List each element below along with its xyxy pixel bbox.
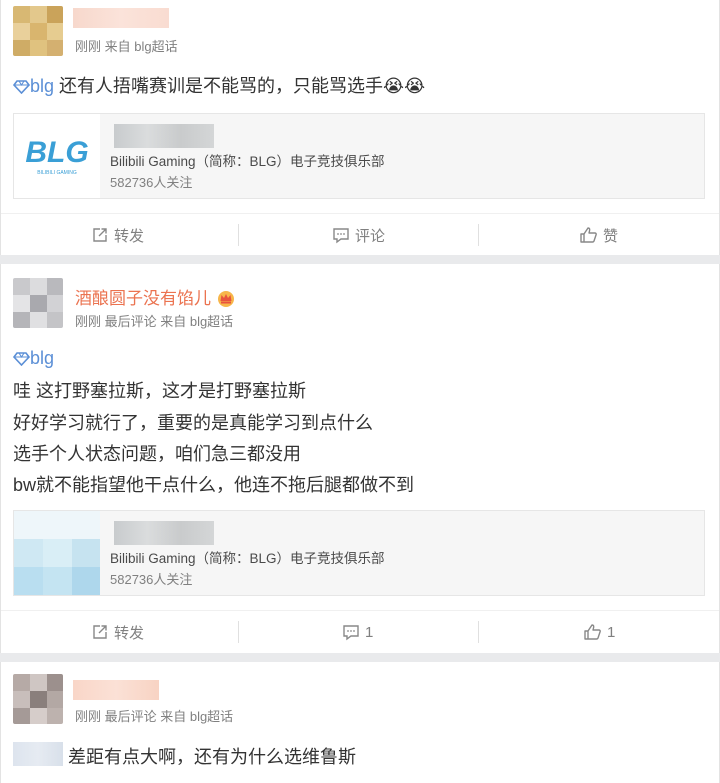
post-text-line: blg 还有人捂嘴赛训是不能骂的，只能骂选手😭😭: [13, 72, 425, 98]
supertopic-desc: Bilibili Gaming（简称：BLG）电子竞技俱乐部: [110, 551, 385, 566]
like-label: 赞: [603, 227, 619, 245]
thumbs-up-icon: [580, 227, 597, 243]
share-icon: [93, 625, 107, 639]
logo-subtext: BILIBILI GAMING: [37, 170, 77, 176]
supertopic-card[interactable]: Bilibili Gaming（简称：BLG）电子竞技俱乐部 582736人关注: [13, 510, 705, 596]
supertopic-card[interactable]: BLG BILIBILI GAMING Bilibili Gaming（简称：B…: [13, 113, 705, 199]
topic-link[interactable]: blg: [13, 76, 59, 96]
username-text: 酒酿圆子没有馅儿: [75, 289, 211, 308]
post-card: 刚刚 来自 blg超话 blg 还有人捂嘴赛训是不能骂的，只能骂选手😭😭 BLG…: [0, 0, 720, 255]
blg-logo: BLG BILIBILI GAMING: [14, 114, 100, 198]
divider: [478, 224, 479, 246]
post-meta: 刚刚 来自 blg超话: [75, 39, 178, 54]
action-bar: 转发 评论 赞: [1, 213, 719, 255]
comment-label: 评论: [355, 227, 386, 245]
supertopic-title-blurred[interactable]: [114, 521, 214, 545]
post-text-line: 差距有点大啊，还有为什么选维鲁斯: [68, 747, 356, 767]
username-blurred[interactable]: [73, 680, 159, 700]
supertopic-image-blurred: [14, 511, 100, 595]
post-meta: 刚刚 最后评论 来自 blg超话: [75, 709, 234, 724]
username[interactable]: 酒酿圆子没有馅儿: [75, 284, 236, 309]
post-text-line: 选手个人状态问题，咱们急三都没用: [13, 444, 301, 464]
post-card: 刚刚 最后评论 来自 blg超话 差距有点大啊，还有为什么选维鲁斯: [0, 662, 720, 783]
divider: [238, 621, 239, 643]
repost-label: 转发: [114, 227, 145, 245]
post-card: 酒酿圆子没有馅儿 刚刚 最后评论 来自 blg超话 blg 哇 这打野塞拉斯，这…: [0, 264, 720, 653]
comment-icon: [343, 625, 359, 641]
like-button[interactable]: 赞: [579, 214, 618, 256]
post-text-line: 哇 这打野塞拉斯，这才是打野塞拉斯: [13, 381, 306, 401]
comment-icon: [333, 228, 349, 244]
topic-link[interactable]: blg: [13, 348, 54, 368]
post-meta: 刚刚 最后评论 来自 blg超话: [75, 314, 234, 329]
avatar[interactable]: [13, 278, 63, 328]
supertopic-followers: 582736人关注: [110, 175, 193, 190]
diamond-icon: [13, 352, 30, 366]
username-blurred[interactable]: [73, 8, 169, 28]
action-bar: 转发 1 1: [1, 610, 719, 652]
supertopic-followers: 582736人关注: [110, 572, 193, 587]
topic-label: blg: [30, 348, 55, 368]
logo-text: BLG: [25, 136, 88, 169]
like-count: 1: [607, 623, 616, 641]
supertopic-title-blurred[interactable]: [114, 124, 214, 148]
post-text: 还有人捂嘴赛训是不能骂的，只能骂选手😭😭: [59, 76, 426, 96]
comment-button[interactable]: 1: [342, 611, 373, 653]
like-button[interactable]: 1: [583, 611, 615, 653]
topic-blurred[interactable]: [13, 742, 63, 766]
repost-button[interactable]: 转发: [91, 214, 144, 256]
repost-button[interactable]: 转发: [91, 611, 144, 653]
divider: [238, 224, 239, 246]
supertopic-desc: Bilibili Gaming（简称：BLG）电子竞技俱乐部: [110, 154, 385, 169]
comment-button[interactable]: 评论: [332, 214, 385, 256]
avatar[interactable]: [13, 6, 63, 56]
topic-label: blg: [30, 76, 55, 96]
share-icon: [93, 228, 107, 242]
repost-label: 转发: [114, 624, 145, 642]
post-text-line: 好好学习就行了，重要的是真能学习到点什么: [13, 413, 373, 433]
post-text-line: bw就不能指望他干点什么，他连不拖后腿都做不到: [13, 475, 415, 495]
avatar[interactable]: [13, 674, 63, 724]
thumbs-up-icon: [584, 624, 601, 640]
diamond-icon: [13, 80, 30, 94]
divider: [478, 621, 479, 643]
crown-badge-icon: [217, 291, 234, 307]
comment-count: 1: [365, 623, 374, 641]
topic-line: blg: [13, 348, 54, 369]
